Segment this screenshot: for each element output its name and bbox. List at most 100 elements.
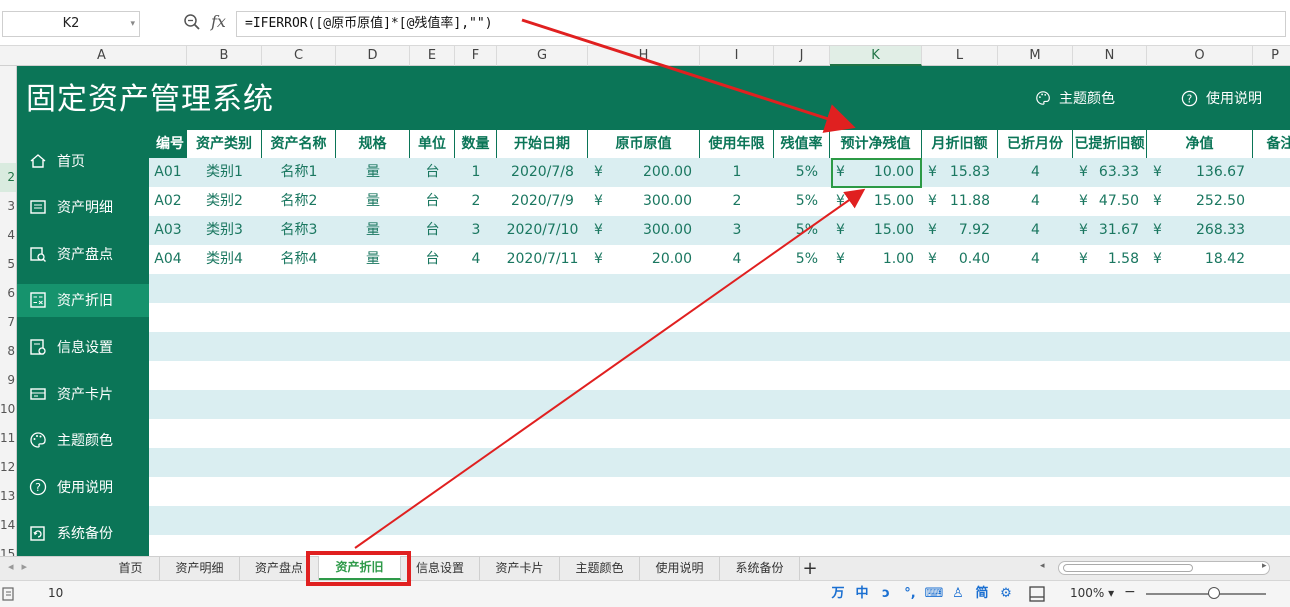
- table-cell[interactable]: 252.50: [1147, 187, 1253, 216]
- table-header-cell[interactable]: 开始日期: [497, 130, 588, 158]
- column-header-p[interactable]: P: [1253, 46, 1290, 66]
- table-header-cell[interactable]: 预计净残值: [830, 130, 922, 158]
- table-cell[interactable]: 15.00: [830, 187, 922, 216]
- table-header-cell[interactable]: 数量: [455, 130, 497, 158]
- zoom-out-button[interactable]: −: [1124, 584, 1136, 600]
- table-header-cell[interactable]: 净值: [1147, 130, 1253, 158]
- table-cell[interactable]: 名称2: [262, 187, 336, 216]
- table-cell[interactable]: 11.88: [922, 187, 998, 216]
- zoom-slider-knob[interactable]: [1208, 587, 1220, 599]
- table-cell[interactable]: 1: [700, 158, 774, 187]
- table-cell[interactable]: 1: [455, 158, 497, 187]
- ime-button[interactable]: ♙: [948, 584, 968, 604]
- table-cell[interactable]: 4: [998, 158, 1073, 187]
- table-cell[interactable]: 台: [410, 245, 455, 274]
- theme-color-button[interactable]: 主题颜色: [1035, 88, 1115, 108]
- table-cell[interactable]: 2020/7/9: [497, 187, 588, 216]
- chevron-down-icon[interactable]: ▾: [130, 12, 135, 36]
- table-cell[interactable]: 类别1: [187, 158, 262, 187]
- scroll-right-icon[interactable]: ▸: [1262, 561, 1267, 571]
- table-cell[interactable]: A02: [149, 187, 187, 216]
- selected-cell[interactable]: [831, 158, 922, 188]
- table-header-cell[interactable]: 规格: [336, 130, 410, 158]
- column-header-f[interactable]: F: [455, 46, 497, 66]
- zoom-search-icon[interactable]: [183, 13, 201, 31]
- table-cell[interactable]: 名称3: [262, 216, 336, 245]
- sidebar-item-3[interactable]: 资产盘点: [17, 237, 149, 270]
- table-cell[interactable]: 4: [455, 245, 497, 274]
- column-header-h[interactable]: H: [588, 46, 700, 66]
- table-cell[interactable]: 2: [455, 187, 497, 216]
- table-cell[interactable]: 量: [336, 245, 410, 274]
- table-cell[interactable]: 18.42: [1147, 245, 1253, 274]
- table-cell[interactable]: 47.50: [1073, 187, 1147, 216]
- table-cell[interactable]: 7.92: [922, 216, 998, 245]
- table-header-cell[interactable]: 资产类别: [187, 130, 262, 158]
- table-cell[interactable]: 2020/7/8: [497, 158, 588, 187]
- table-cell[interactable]: 63.33: [1073, 158, 1147, 187]
- table-cell[interactable]: 名称4: [262, 245, 336, 274]
- sheet-tab[interactable]: 系统备份: [720, 557, 800, 580]
- table-header-cell[interactable]: 残值率: [774, 130, 830, 158]
- ime-button[interactable]: 中: [852, 584, 872, 604]
- column-header-d[interactable]: D: [336, 46, 410, 66]
- sidebar-item-6[interactable]: 资产卡片: [17, 377, 149, 410]
- zoom-slider-track[interactable]: [1146, 593, 1266, 595]
- sheet-tab[interactable]: 主题颜色: [560, 557, 640, 580]
- table-cell[interactable]: A01: [149, 158, 187, 187]
- sheet-tab[interactable]: 首页: [102, 557, 160, 580]
- ime-button[interactable]: 万: [828, 584, 848, 604]
- row-header[interactable]: 8: [0, 337, 16, 366]
- column-header-k[interactable]: K: [830, 46, 922, 66]
- scroll-left-icon[interactable]: ◂: [1040, 561, 1045, 571]
- column-header-g[interactable]: G: [497, 46, 588, 66]
- column-header-e[interactable]: E: [410, 46, 455, 66]
- page-layout-icon[interactable]: [1028, 585, 1046, 603]
- help-button[interactable]: ? 使用说明: [1181, 88, 1262, 108]
- table-cell[interactable]: 15.83: [922, 158, 998, 187]
- ime-button[interactable]: 简: [972, 584, 992, 604]
- table-cell[interactable]: 3: [700, 216, 774, 245]
- column-header-i[interactable]: I: [700, 46, 774, 66]
- table-cell[interactable]: 4: [998, 245, 1073, 274]
- tab-scroll-arrows-icon[interactable]: ◂▸: [8, 560, 35, 573]
- row-header[interactable]: 10: [0, 395, 16, 424]
- table-cell[interactable]: 0.40: [922, 245, 998, 274]
- row-header[interactable]: 14: [0, 511, 16, 540]
- table-cell[interactable]: 类别2: [187, 187, 262, 216]
- sidebar-item-2[interactable]: 资产明细: [17, 191, 149, 224]
- table-header-cell[interactable]: 编号: [149, 130, 187, 158]
- table-header-cell[interactable]: 备注: [1253, 130, 1290, 158]
- ime-button[interactable]: ⚙: [996, 584, 1016, 604]
- name-box[interactable]: K2 ▾: [2, 11, 140, 37]
- column-header-n[interactable]: N: [1073, 46, 1147, 66]
- table-cell[interactable]: 台: [410, 216, 455, 245]
- column-header-o[interactable]: O: [1147, 46, 1253, 66]
- table-cell[interactable]: 5%: [774, 216, 830, 245]
- table-cell[interactable]: 4: [700, 245, 774, 274]
- row-header[interactable]: 13: [0, 482, 16, 511]
- table-cell[interactable]: 20.00: [588, 245, 700, 274]
- row-header[interactable]: 7: [0, 308, 16, 337]
- row-header[interactable]: 4: [0, 221, 16, 250]
- column-header-l[interactable]: L: [922, 46, 998, 66]
- table-header-cell[interactable]: 资产名称: [262, 130, 336, 158]
- table-cell[interactable]: 1.00: [830, 245, 922, 274]
- table-cell[interactable]: 3: [455, 216, 497, 245]
- column-header-j[interactable]: J: [774, 46, 830, 66]
- table-header-cell[interactable]: 使用年限: [700, 130, 774, 158]
- table-cell[interactable]: 5%: [774, 187, 830, 216]
- row-header[interactable]: 9: [0, 366, 16, 395]
- sidebar-item-1[interactable]: 首页: [17, 144, 149, 177]
- table-cell[interactable]: 200.00: [588, 158, 700, 187]
- row-header[interactable]: 12: [0, 453, 16, 482]
- zoom-level[interactable]: 100% ▾: [1070, 586, 1114, 600]
- table-cell[interactable]: 300.00: [588, 187, 700, 216]
- table-cell[interactable]: 4: [998, 187, 1073, 216]
- table-cell[interactable]: 15.00: [830, 216, 922, 245]
- sheet-tab[interactable]: 使用说明: [640, 557, 720, 580]
- sidebar-item-8[interactable]: ? 使用说明: [17, 470, 149, 503]
- table-header-cell[interactable]: 已折月份: [998, 130, 1073, 158]
- column-header-b[interactable]: B: [187, 46, 262, 66]
- sheet-tab[interactable]: 信息设置: [401, 557, 480, 580]
